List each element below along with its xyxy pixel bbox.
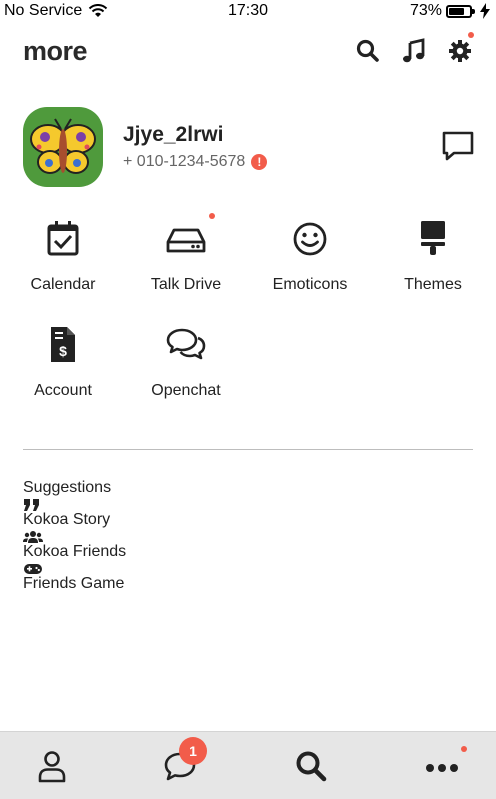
grid-label-account: Account <box>34 382 92 399</box>
butterfly-icon <box>30 118 96 174</box>
profile-phone: + 010-1234-5678 <box>123 153 246 170</box>
grid-item-talk-drive[interactable]: Talk Drive <box>124 213 248 308</box>
profile-name: Jjye_2lrwi <box>123 123 224 146</box>
music-button[interactable] <box>401 38 427 64</box>
search-icon <box>356 39 379 62</box>
tab-more[interactable] <box>424 746 467 784</box>
grid-label-emoticons: Emoticons <box>272 276 348 293</box>
battery-icon <box>446 4 475 18</box>
header-actions <box>355 32 474 64</box>
warning-icon[interactable]: ! <box>251 154 268 170</box>
more-dots-icon <box>426 764 458 772</box>
search-button[interactable] <box>355 38 381 64</box>
suggestion-friends-game[interactable]: Friends Game <box>23 562 126 594</box>
suggestion-label: Kokoa Friends <box>23 543 127 560</box>
tab-search[interactable] <box>293 748 329 784</box>
suggestion-label: Friends Game <box>23 575 125 592</box>
gamepad-icon <box>24 564 42 574</box>
grid-item-themes[interactable]: Themes <box>371 218 495 308</box>
suggestions-section: Suggestions Kokoa Story Kokoa Friends Fr… <box>23 480 126 594</box>
talk-drive-notification-dot <box>209 213 215 219</box>
grid-label-themes: Themes <box>404 276 462 293</box>
suggestion-label: Kokoa Story <box>23 511 111 528</box>
quote-icon <box>24 499 39 511</box>
battery-fill <box>449 7 464 15</box>
tab-friends[interactable] <box>34 748 70 784</box>
section-divider <box>23 449 473 450</box>
more-notification-dot <box>461 746 467 752</box>
grid-label-calendar: Calendar <box>30 276 96 293</box>
grid-label-openchat: Openchat <box>151 382 221 399</box>
my-chat-button[interactable] <box>441 129 475 163</box>
status-right: 73% <box>410 2 490 20</box>
hard-drive-icon <box>166 213 215 258</box>
paintbrush-icon <box>413 218 453 258</box>
grid-label-talk-drive: Talk Drive <box>150 276 222 293</box>
suggestions-title: Suggestions <box>23 479 112 496</box>
header: more <box>23 32 474 70</box>
settings-button[interactable] <box>447 32 474 64</box>
tab-chats[interactable]: 1 <box>162 737 207 784</box>
battery-percent: 73% <box>409 2 442 19</box>
profile-phone-row: + 010-1234-5678 ! <box>123 153 268 171</box>
music-note-icon <box>403 38 425 63</box>
comments-icon <box>166 324 206 364</box>
profile-card[interactable]: Jjye_2lrwi + 010-1234-5678 ! <box>23 107 475 187</box>
status-bar: No Service 17:30 73% <box>0 0 496 22</box>
avatar[interactable] <box>23 107 103 187</box>
suggestion-kokoa-friends[interactable]: Kokoa Friends <box>23 530 126 562</box>
suggestion-kokoa-story[interactable]: Kokoa Story <box>23 498 126 530</box>
bottom-tab-bar: 1 <box>0 731 496 799</box>
calendar-check-icon <box>43 218 83 258</box>
search-icon <box>296 751 327 782</box>
charging-bolt-icon <box>480 3 490 19</box>
svg-text:$: $ <box>59 343 67 359</box>
grid-item-emoticons[interactable]: Emoticons <box>248 218 372 308</box>
smile-icon <box>290 218 330 258</box>
gear-icon <box>449 40 471 62</box>
grid-item-calendar[interactable]: Calendar <box>1 218 125 308</box>
settings-notification-dot <box>468 32 474 38</box>
chats-badge: 1 <box>179 737 207 765</box>
person-icon <box>38 751 66 783</box>
invoice-dollar-icon: $ <box>43 324 83 364</box>
chat-bubble-icon <box>442 131 474 161</box>
grid-item-account[interactable]: $ Account <box>1 324 125 414</box>
users-icon <box>23 531 43 543</box>
grid-item-openchat[interactable]: Openchat <box>124 324 248 414</box>
